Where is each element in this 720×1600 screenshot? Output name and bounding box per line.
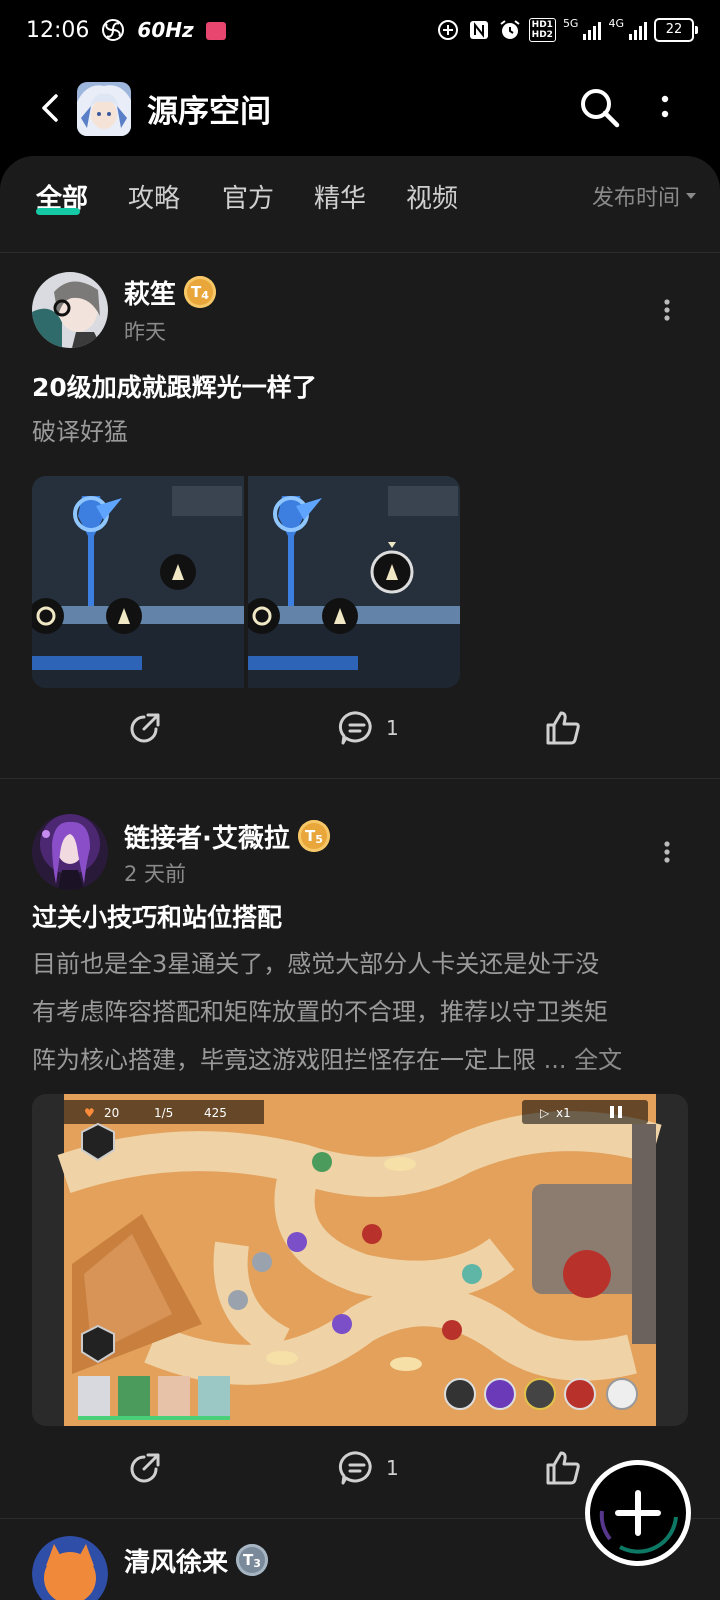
back-arrow-icon[interactable] [34, 90, 70, 126]
author-avatar[interactable] [32, 1536, 108, 1600]
tower-defense-screenshot: ♥ 20 1/5 425 ▷ x1 [32, 1094, 688, 1426]
more-options-icon[interactable] [650, 90, 680, 126]
search-icon[interactable] [578, 86, 622, 130]
hd-voice-icon: HD1 HD2 [528, 18, 556, 42]
network-4g-label: 4G [608, 16, 624, 30]
level-badge: T3 [236, 1544, 268, 1576]
post-image[interactable]: ♥ 20 1/5 425 ▷ x1 [32, 1094, 688, 1426]
hud-speed: x1 [556, 1106, 571, 1120]
sort-label: 发布时间 [591, 186, 680, 211]
post-image[interactable] [32, 476, 244, 688]
post-time: 昨天 [124, 320, 166, 344]
excerpt-line: 有考虑阵容搭配和矩阵放置的不合理，推荐以守卫类矩 [32, 998, 608, 1026]
ellipsis: ... [536, 1046, 575, 1074]
author-avatar[interactable] [32, 814, 108, 890]
post-title[interactable]: 20级加成就跟辉光一样了 [32, 368, 317, 404]
tab-official[interactable]: 官方 [222, 178, 274, 215]
author-name[interactable]: 链接者·艾薇拉 [124, 818, 290, 855]
post-image[interactable] [248, 476, 460, 688]
share-button[interactable] [126, 708, 164, 748]
sort-dropdown[interactable]: 发布时间 [592, 180, 696, 212]
active-tab-indicator [36, 208, 80, 215]
caret-down-icon [686, 193, 696, 199]
share-icon [130, 713, 160, 743]
comment-button[interactable]: 1 [338, 708, 399, 748]
create-post-button[interactable] [585, 1460, 691, 1566]
comment-icon [338, 1451, 372, 1485]
data-saver-icon [437, 20, 458, 40]
fan-icon [102, 19, 125, 41]
comment-count: 1 [386, 716, 399, 740]
post-divider [0, 778, 720, 779]
author-name[interactable]: 清风徐来 [124, 1542, 228, 1579]
thumbs-up-icon [546, 711, 580, 745]
post-excerpt[interactable]: 破译好猛 [32, 408, 692, 456]
feed-container: 全部 攻略 官方 精华 视频 发布时间 萩笙 T4 昨天 20级加成就跟辉光一样… [0, 156, 720, 1600]
post-more-icon[interactable] [660, 838, 674, 866]
level-badge: T5 [298, 820, 330, 852]
plus-icon [599, 1490, 678, 1554]
like-button[interactable] [544, 1448, 582, 1488]
comment-button[interactable]: 1 [338, 1448, 399, 1488]
nfc-icon [469, 21, 488, 39]
tab-bar: 全部 攻略 官方 精华 视频 发布时间 [0, 156, 720, 253]
signal-5g-icon [583, 20, 602, 40]
like-button[interactable] [544, 708, 582, 748]
tab-videos[interactable]: 视频 [406, 178, 458, 215]
status-bar: 12:06 60Hz HD1 HD2 5G 4G 22 [0, 0, 720, 60]
author-avatar[interactable] [32, 272, 108, 348]
post-title[interactable]: 过关小技巧和站位搭配 [32, 898, 282, 934]
game-screenshot-thumbnail [248, 476, 460, 688]
tab-featured[interactable]: 精华 [314, 178, 366, 215]
author-name[interactable]: 萩笙 [124, 274, 176, 311]
app-header: 源序空间 [0, 60, 720, 156]
excerpt-line: 目前也是全3星通关了，感觉大部分人卡关还是处于没 [32, 950, 600, 978]
status-time: 12:06 [26, 17, 90, 43]
comment-icon [338, 711, 372, 745]
full-text-link[interactable]: 全文 [574, 1046, 622, 1074]
hud-wave: 1/5 [154, 1106, 173, 1120]
post-excerpt[interactable]: 目前也是全3星通关了，感觉大部分人卡关还是处于没 有考虑阵容搭配和矩阵放置的不合… [32, 940, 692, 1084]
app-notification-icon [205, 22, 226, 40]
alarm-icon [500, 20, 520, 39]
game-screenshot-thumbnail [32, 476, 244, 688]
excerpt-line: 阵为核心搭建，毕竟这游戏阻拦怪存在一定上限 ... 全文 [32, 1046, 623, 1074]
signal-4g-icon [629, 20, 647, 40]
post-more-icon[interactable] [660, 296, 674, 324]
thumbs-up-icon [546, 1451, 580, 1485]
share-icon [130, 1453, 160, 1483]
svg-text:♥: ♥ [84, 1106, 95, 1120]
comment-count: 1 [386, 1456, 399, 1480]
hud-hp: 20 [104, 1106, 119, 1120]
refresh-rate: 60Hz [137, 18, 194, 42]
network-5g-label: 5G [562, 16, 579, 30]
hud-coins: 425 [204, 1106, 227, 1120]
post-time: 2 天前 [124, 862, 187, 886]
battery-icon: 22 [654, 18, 698, 42]
level-badge: T4 [184, 276, 216, 308]
tab-guides[interactable]: 攻略 [128, 178, 180, 215]
share-button[interactable] [126, 1448, 164, 1488]
club-avatar[interactable] [77, 82, 131, 136]
svg-text:▷: ▷ [540, 1106, 550, 1120]
page-title: 源序空间 [147, 94, 271, 130]
